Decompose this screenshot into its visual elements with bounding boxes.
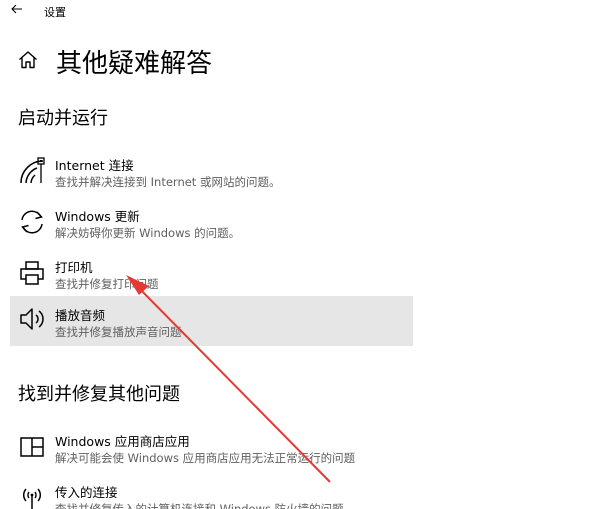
item-description: 解决妨碍你更新 Windows 的问题。 bbox=[55, 226, 241, 240]
item-icon bbox=[18, 483, 46, 509]
item-title: 打印机 bbox=[55, 260, 93, 275]
troubleshooter-internet-connections[interactable]: Internet 连接 查找并解决连接到 Internet 或网站的问题。 bbox=[10, 150, 413, 200]
window-title: 设置 bbox=[44, 6, 66, 19]
page-title: 其他疑难解答 bbox=[56, 49, 213, 79]
item-description: 查找并修复打印问题 bbox=[55, 277, 159, 291]
item-title: 传入的连接 bbox=[55, 485, 118, 500]
troubleshooter-incoming-connections[interactable]: 传入的连接 查找并修复传入的计算机连接和 Windows 防火墙的问题。 bbox=[10, 477, 413, 509]
item-icon bbox=[18, 207, 46, 237]
item-title: Windows 应用商店应用 bbox=[55, 434, 190, 449]
store-app-icon bbox=[20, 437, 44, 457]
troubleshooter-windows-store-apps[interactable]: Windows 应用商店应用 解决可能会使 Windows 应用商店应用无法正常… bbox=[10, 426, 413, 476]
troubleshooter-printer[interactable]: 打印机 查找并修复打印问题 bbox=[10, 252, 413, 302]
back-arrow-icon bbox=[11, 4, 22, 14]
item-icon bbox=[18, 258, 46, 288]
settings-window: 设置 其他疑难解答 启动并运行 Internet 连接 查找并解决连接到 Int… bbox=[0, 0, 600, 509]
item-description: 查找并修复播放声音问题 bbox=[55, 325, 182, 339]
printer-icon bbox=[20, 261, 44, 285]
wifi-signal-icon bbox=[20, 157, 45, 184]
item-title: Internet 连接 bbox=[55, 158, 134, 173]
item-icon bbox=[18, 304, 46, 334]
speaker-icon bbox=[20, 308, 44, 330]
title-bar: 设置 bbox=[0, 0, 600, 22]
item-icon bbox=[18, 432, 46, 462]
back-button[interactable] bbox=[8, 0, 26, 18]
section-heading-find-and-fix-other-problems: 找到并修复其他问题 bbox=[18, 384, 180, 405]
home-button[interactable] bbox=[16, 48, 40, 72]
refresh-icon bbox=[21, 210, 43, 234]
item-title: 播放音频 bbox=[55, 308, 106, 323]
home-icon bbox=[19, 51, 37, 69]
item-description: 解决可能会使 Windows 应用商店应用无法正常运行的问题 bbox=[55, 451, 356, 465]
item-description: 查找并修复传入的计算机连接和 Windows 防火墙的问题。 bbox=[55, 502, 356, 509]
item-title: Windows 更新 bbox=[55, 209, 140, 224]
antenna-icon bbox=[22, 488, 42, 509]
item-description: 查找并解决连接到 Internet 或网站的问题。 bbox=[55, 175, 281, 189]
troubleshooter-playing-audio[interactable]: 播放音频 查找并修复播放声音问题 bbox=[10, 296, 413, 346]
item-icon bbox=[18, 156, 46, 186]
troubleshooter-windows-update[interactable]: Windows 更新 解决妨碍你更新 Windows 的问题。 bbox=[10, 201, 413, 251]
section-heading-get-up-and-running: 启动并运行 bbox=[18, 108, 108, 129]
